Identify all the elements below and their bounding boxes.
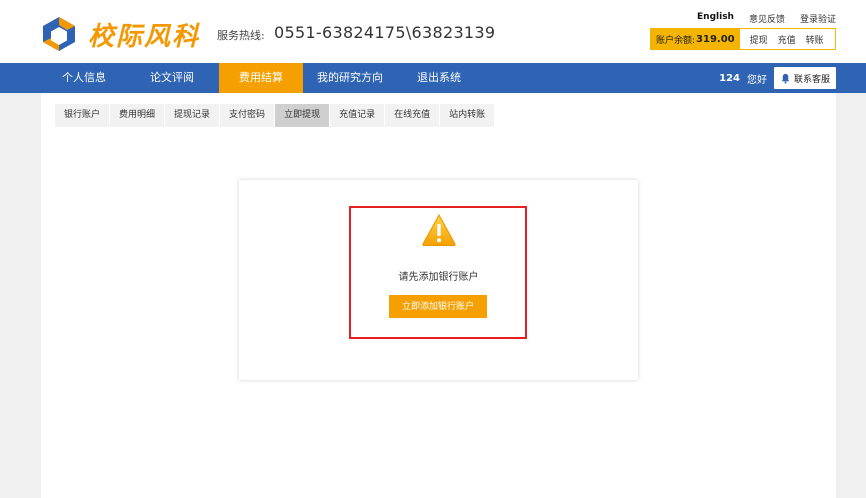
notice-message: 请先添加银行账户 (398, 272, 479, 283)
subtab-internal-transfer[interactable]: 站内转账 (440, 104, 496, 127)
hotline-label: 服务热线: (217, 29, 265, 42)
nav-item-logout[interactable]: 退出系统 (397, 63, 481, 93)
nav-item-paper-review[interactable]: 论文评阅 (130, 63, 214, 93)
balance-actions: 提现 充值 转账 (740, 33, 824, 46)
recharge-link[interactable]: 充值 (778, 33, 796, 46)
brand-name: 校际风科 (88, 22, 201, 52)
subtab-withdraw-records[interactable]: 提现记录 (165, 104, 221, 127)
balance-value: 319.00 (696, 33, 735, 45)
main-nav: 个人信息 论文评阅 费用结算 我的研究方向 退出系统 124 您好 联系客服 (0, 63, 866, 93)
subtab-fee-details[interactable]: 费用明细 (110, 104, 166, 127)
balance-label-text: 账户余额: (656, 35, 696, 46)
subtab-payment-password[interactable]: 支付密码 (220, 104, 276, 127)
balance-box: 账户余额: 319.00 提现 充值 转账 (650, 28, 836, 50)
add-bank-account-button[interactable]: 立即添加银行账户 (389, 295, 487, 318)
nav-item-billing[interactable]: 费用结算 (219, 63, 303, 93)
main-panel: 银行账户 费用明细 提现记录 支付密码 立即提现 充值记录 在线充值 站内转账 … (41, 93, 836, 498)
user-count: 124 (719, 72, 740, 84)
feedback-link[interactable]: 意见反馈 (749, 12, 785, 25)
bell-icon (781, 73, 790, 83)
subtab-online-recharge[interactable]: 在线充值 (385, 104, 441, 127)
contact-service-label: 联系客服 (793, 74, 830, 85)
top-links: English 意见反馈 登录验证 (697, 12, 836, 25)
warning-icon (422, 213, 456, 246)
nav-item-research[interactable]: 我的研究方向 (307, 63, 393, 93)
subtab-recharge-records[interactable]: 充值记录 (330, 104, 386, 127)
notice-card: 请先添加银行账户 立即添加银行账户 (239, 180, 638, 380)
nav-item-profile[interactable]: 个人信息 (42, 63, 126, 93)
login-verify-link[interactable]: 登录验证 (800, 12, 836, 25)
subtab-withdraw-now[interactable]: 立即提现 (275, 104, 331, 127)
balance-label: 账户余额: 319.00 (651, 29, 740, 49)
greeting: 您好 (746, 74, 767, 86)
subtabs: 银行账户 费用明细 提现记录 支付密码 立即提现 充值记录 在线充值 站内转账 (55, 104, 496, 127)
english-link[interactable]: English (697, 12, 734, 25)
hotline-number: 0551-63824175\63823139 (274, 23, 496, 42)
header: 校际风科 服务热线: 0551-63824175\63823139 Englis… (0, 0, 866, 63)
contact-service-button[interactable]: 联系客服 (773, 67, 836, 89)
subtab-bank-account[interactable]: 银行账户 (55, 104, 111, 127)
withdraw-link[interactable]: 提现 (750, 33, 768, 46)
logo-icon (43, 17, 75, 51)
transfer-link[interactable]: 转账 (806, 33, 824, 46)
nav-right: 124 您好 联系客服 (719, 67, 836, 89)
